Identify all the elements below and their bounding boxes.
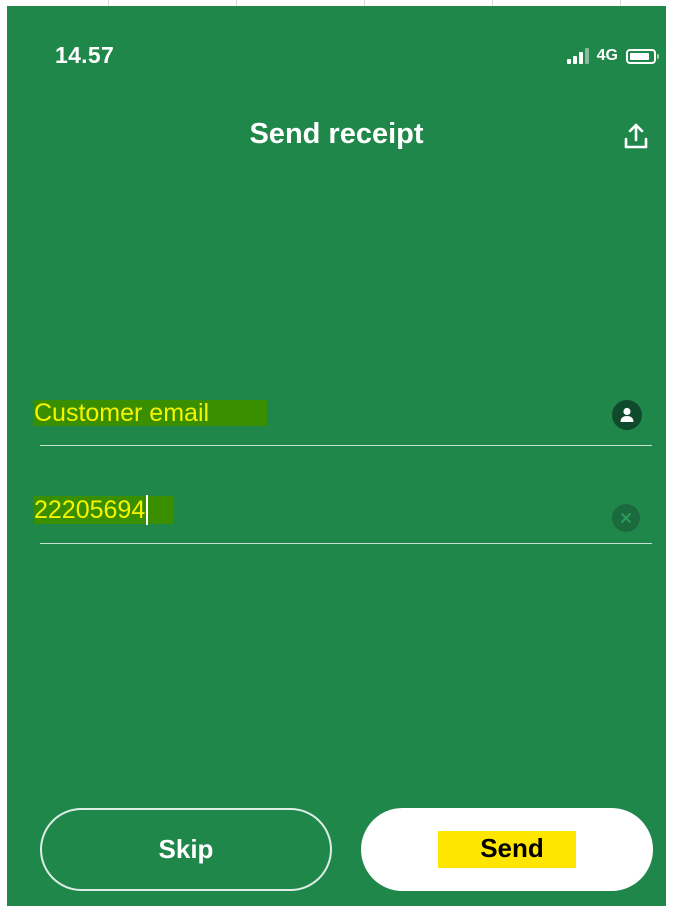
send-receipt-screen: 14.57 4G Send receipt Customer email 222… [7, 6, 666, 906]
status-time: 14.57 [55, 42, 115, 68]
network-label: 4G [596, 47, 618, 64]
field-underline [40, 445, 652, 446]
contact-picker-button[interactable] [612, 400, 642, 430]
clear-icon [621, 513, 631, 523]
status-indicators: 4G [566, 46, 659, 66]
share-icon [624, 123, 648, 149]
receipt-input-field[interactable]: 22205694 [34, 494, 652, 544]
skip-label: Skip [158, 834, 214, 864]
share-button[interactable] [620, 120, 652, 152]
person-icon [620, 407, 634, 422]
receipt-input-value-wrap: 22205694 [34, 495, 175, 525]
receipt-input-value: 22205694 [34, 496, 146, 524]
signal-icon [566, 48, 589, 64]
field-underline [40, 543, 652, 544]
page-title: Send receipt [249, 118, 424, 150]
clear-button[interactable] [612, 504, 640, 532]
send-label: Send [438, 831, 576, 868]
customer-email-placeholder: Customer email [34, 400, 268, 426]
send-button[interactable]: Send [361, 808, 653, 891]
battery-icon [626, 48, 659, 64]
text-caret [146, 495, 149, 525]
customer-email-field[interactable]: Customer email [34, 396, 652, 446]
skip-button[interactable]: Skip [40, 808, 332, 891]
